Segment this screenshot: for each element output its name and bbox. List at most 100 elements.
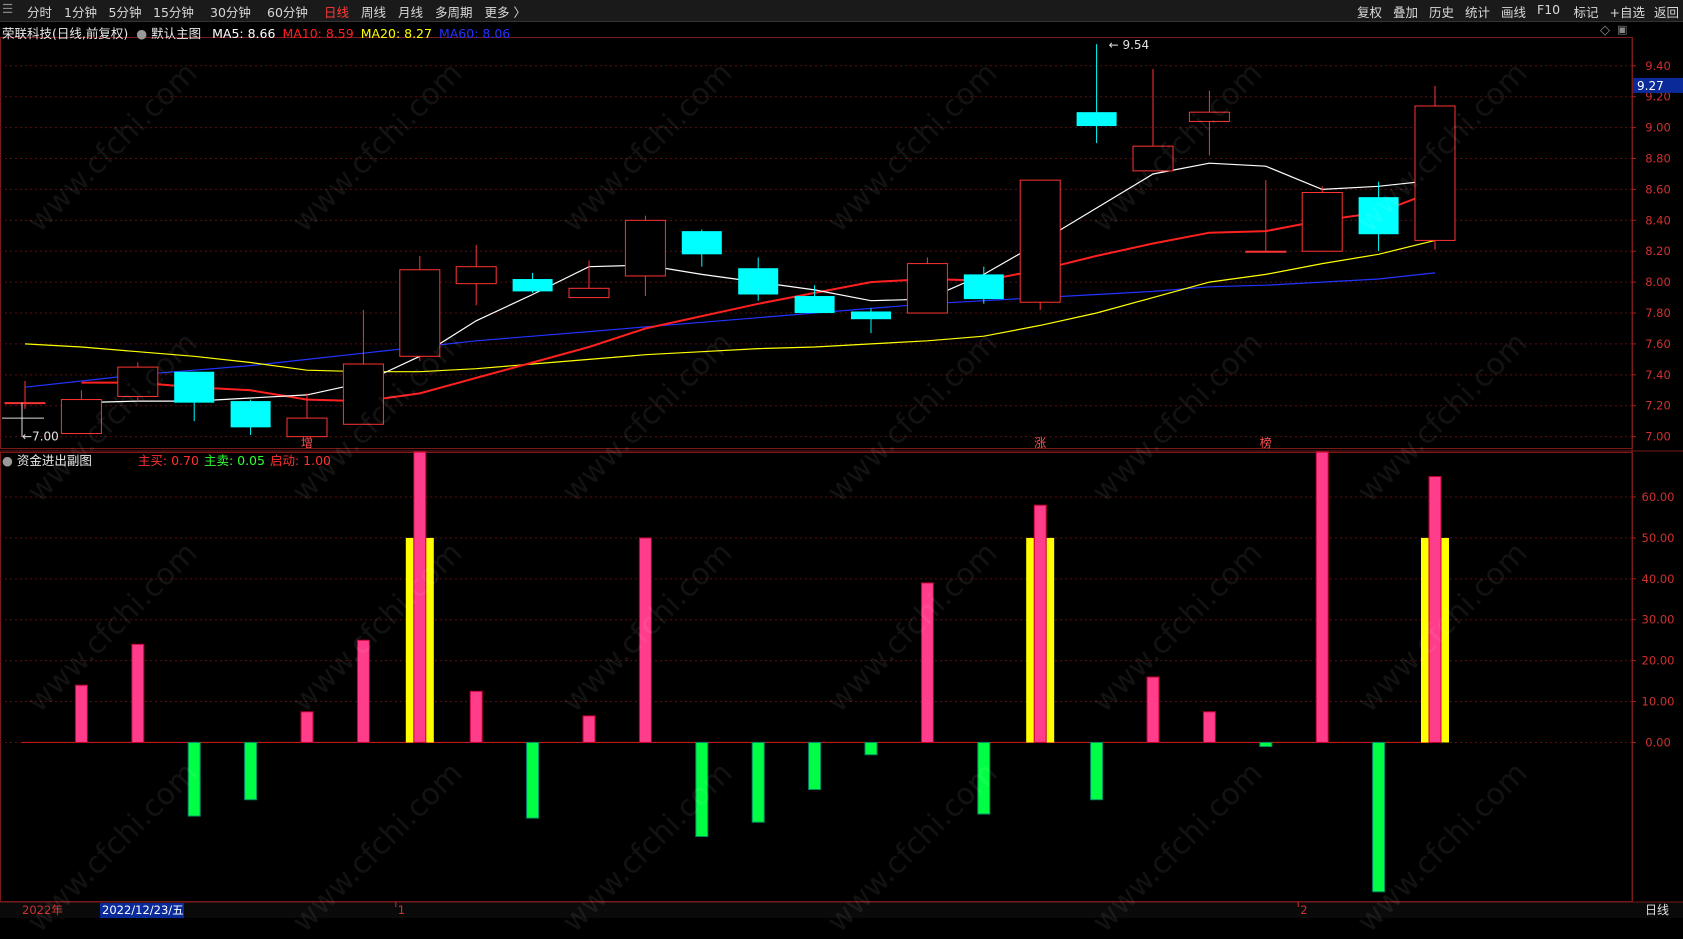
event-marker: 涨 bbox=[1034, 435, 1046, 450]
buy-bar bbox=[1315, 451, 1329, 743]
sub-tick-label: 20.00 bbox=[1642, 654, 1675, 668]
period-tab-7[interactable]: 周线 bbox=[361, 2, 386, 21]
buy-bar bbox=[131, 643, 145, 743]
candle-body-up bbox=[1019, 179, 1061, 303]
period-tab-10[interactable]: 更多 〉 bbox=[485, 2, 526, 21]
price-tick-label: 8.20 bbox=[1645, 244, 1671, 258]
candle-body-down bbox=[681, 231, 722, 255]
function-button-3[interactable]: 统计 bbox=[1465, 2, 1490, 21]
ma-label-3: MA60: 8.06 bbox=[438, 26, 511, 41]
period-tab-9[interactable]: 多周期 bbox=[435, 2, 473, 21]
sell-bar bbox=[695, 741, 709, 838]
buy-bar bbox=[469, 690, 483, 743]
sub-tick-label: 30.00 bbox=[1642, 613, 1675, 627]
kline-chart[interactable]: 9.409.209.008.808.608.408.208.007.807.60… bbox=[0, 22, 1683, 918]
buy-bar bbox=[300, 711, 314, 743]
settings-icon[interactable]: ▣ bbox=[1617, 23, 1627, 36]
sub-param-1: 主卖: 0.05 bbox=[203, 453, 265, 468]
candle-body-up bbox=[1414, 105, 1456, 241]
buy-bar bbox=[1202, 711, 1216, 743]
price-tick-label: 8.60 bbox=[1645, 182, 1671, 196]
sub-param-2: 启动: 1.00 bbox=[269, 453, 331, 468]
event-marker: 榜 bbox=[1260, 435, 1272, 450]
candle-body-down bbox=[174, 371, 215, 403]
candle-body-down bbox=[963, 274, 1004, 300]
ma-label-2: MA20: 8.27 bbox=[360, 26, 432, 41]
ma-label-0: MA5: 8.66 bbox=[212, 26, 276, 41]
function-button-8[interactable]: 返回 bbox=[1654, 2, 1679, 21]
price-tick-label: 8.80 bbox=[1645, 152, 1671, 166]
candle-body-down bbox=[738, 268, 779, 295]
indicator-name[interactable]: 默认主图 bbox=[151, 26, 201, 41]
current-price-label: 9.27 bbox=[1637, 79, 1664, 93]
function-button-5[interactable]: F10 bbox=[1537, 2, 1560, 17]
period-tab-3[interactable]: 15分钟 bbox=[153, 2, 194, 21]
candle-body-up bbox=[4, 402, 46, 405]
sell-bar bbox=[244, 741, 258, 801]
collapse-icon[interactable]: ● bbox=[2, 453, 13, 468]
sell-bar bbox=[808, 741, 822, 790]
period-tab-6[interactable]: 日线 bbox=[324, 2, 349, 21]
function-button-6[interactable]: 标记 bbox=[1574, 2, 1599, 21]
main-header: 荣联科技(日线,前复权) ● 默认主图 MA5: 8.66 MA10: 8.59 M… bbox=[2, 23, 510, 42]
price-tick-label: 7.80 bbox=[1645, 306, 1671, 320]
cursor-date-label: 2022/12/23/五 bbox=[102, 903, 184, 917]
time-axis-bg bbox=[0, 902, 1683, 918]
ma60-line bbox=[24, 272, 1436, 388]
period-tab-0[interactable]: 分时 bbox=[27, 2, 52, 21]
period-tab-2[interactable]: 5分钟 bbox=[109, 2, 142, 21]
sell-bar bbox=[751, 741, 765, 823]
candle-body-up bbox=[399, 269, 441, 357]
menu-icon[interactable]: ☰ bbox=[2, 1, 13, 16]
function-button-2[interactable]: 历史 bbox=[1429, 2, 1454, 21]
period-tab-8[interactable]: 月线 bbox=[398, 2, 423, 21]
candle-body-up bbox=[455, 266, 497, 285]
function-button-0[interactable]: 复权 bbox=[1357, 2, 1382, 21]
sub-tick-label: 50.00 bbox=[1642, 531, 1675, 545]
price-tick-label: 8.00 bbox=[1645, 275, 1671, 289]
sub-tick-label: 10.00 bbox=[1642, 695, 1675, 709]
buy-bar bbox=[582, 715, 596, 743]
low-marker-label: ←7.00 bbox=[22, 430, 59, 444]
function-button-4[interactable]: 画线 bbox=[1501, 2, 1526, 21]
sub-params: 主买: 0.70 主卖: 0.05 启动: 1.00 bbox=[138, 453, 336, 468]
buy-bar bbox=[1033, 504, 1047, 743]
price-tick-label: 7.40 bbox=[1645, 368, 1671, 382]
price-tick-label: 7.00 bbox=[1645, 430, 1671, 444]
candle-body-up bbox=[1132, 145, 1174, 172]
candle-body-up bbox=[117, 366, 159, 397]
candle-body-up bbox=[624, 219, 666, 277]
sub-tick-label: 0.00 bbox=[1645, 735, 1671, 749]
sub-tick-label: 60.00 bbox=[1642, 490, 1675, 504]
sub-tick-label: 40.00 bbox=[1642, 572, 1675, 586]
candle-body-up bbox=[1245, 250, 1287, 253]
month-label: 2 bbox=[1300, 903, 1307, 917]
candle-body-up bbox=[342, 363, 384, 425]
sell-bar bbox=[864, 741, 878, 756]
sell-bar bbox=[1259, 741, 1273, 748]
sub-param-0: 主买: 0.70 bbox=[137, 453, 199, 468]
function-button-7[interactable]: +自选 bbox=[1610, 2, 1645, 21]
period-tab-1[interactable]: 1分钟 bbox=[64, 2, 97, 21]
buy-bar bbox=[74, 684, 88, 743]
ma-legend: MA5: 8.66 MA10: 8.59 MA20: 8.27 MA60: 8.06 bbox=[205, 26, 510, 41]
price-tick-label: 9.00 bbox=[1645, 121, 1671, 135]
sell-bar bbox=[1090, 741, 1104, 801]
function-button-1[interactable]: 叠加 bbox=[1393, 2, 1418, 21]
sub-frame bbox=[0, 452, 1633, 902]
sub-title[interactable]: 资金进出副图 bbox=[17, 453, 92, 468]
diamond-icon[interactable]: ◇ bbox=[1600, 23, 1610, 38]
period-tab-5[interactable]: 60分钟 bbox=[267, 2, 308, 21]
collapse-icon[interactable]: ● bbox=[136, 26, 147, 41]
year-label: 2022年 bbox=[22, 903, 63, 917]
price-tick-label: 7.20 bbox=[1645, 399, 1671, 413]
candle-body-up bbox=[1301, 192, 1343, 252]
chart-area: 9.40 9.20 9.00 8.80 8.60 8.40 8.20 8.00 7.80 7.60… bbox=[0, 22, 1683, 918]
buy-bar bbox=[1428, 476, 1442, 743]
buy-bar bbox=[413, 451, 427, 743]
period-tab-4[interactable]: 30分钟 bbox=[210, 2, 251, 21]
buy-bar bbox=[356, 639, 370, 743]
main-frame bbox=[0, 37, 1633, 449]
sell-bar bbox=[526, 741, 540, 819]
month-label: 1 bbox=[398, 903, 405, 917]
